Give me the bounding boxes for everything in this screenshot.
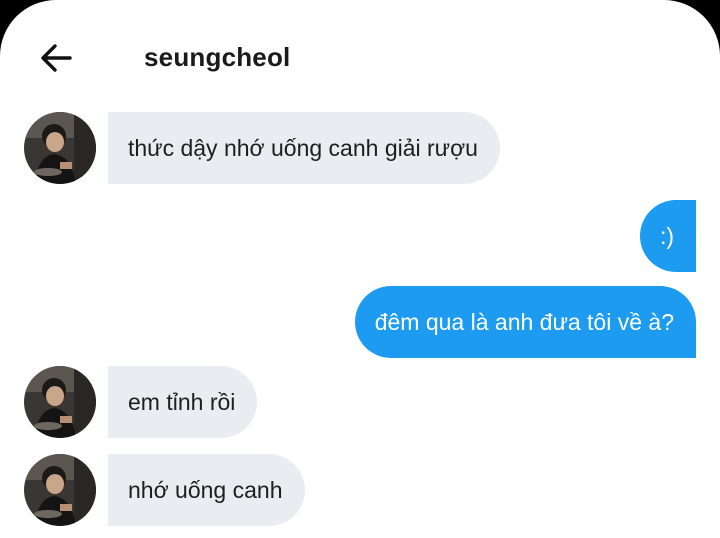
message-text: :) <box>659 222 674 249</box>
message-bubble-incoming[interactable]: nhớ uống canh <box>108 454 305 526</box>
avatar[interactable] <box>24 366 96 438</box>
avatar-image <box>24 366 96 438</box>
message-text: em tỉnh rồi <box>128 388 236 415</box>
chat-title: seungcheol <box>144 42 291 72</box>
message-bubble-outgoing[interactable]: :) <box>639 200 696 272</box>
arrow-left-icon <box>41 44 72 72</box>
avatar-image <box>24 454 96 526</box>
message-bubble-incoming[interactable]: thức dậy nhớ uống canh giải rượu <box>108 112 500 184</box>
message-bubble-incoming[interactable]: em tỉnh rồi <box>108 366 258 438</box>
avatar[interactable] <box>24 454 96 526</box>
message-text: đêm qua là anh đưa tôi về à? <box>374 308 674 335</box>
message-text: nhớ uống canh <box>128 476 283 503</box>
message-text: thức dậy nhớ uống canh giải rượu <box>128 134 478 161</box>
chat-screen: seungcheol thức dậy nhớ uống canh giải r… <box>0 0 720 538</box>
message-bubble-outgoing[interactable]: đêm qua là anh đưa tôi về à? <box>354 286 696 358</box>
avatar[interactable] <box>24 112 96 184</box>
avatar-image <box>24 112 96 184</box>
back-button[interactable] <box>36 38 76 78</box>
